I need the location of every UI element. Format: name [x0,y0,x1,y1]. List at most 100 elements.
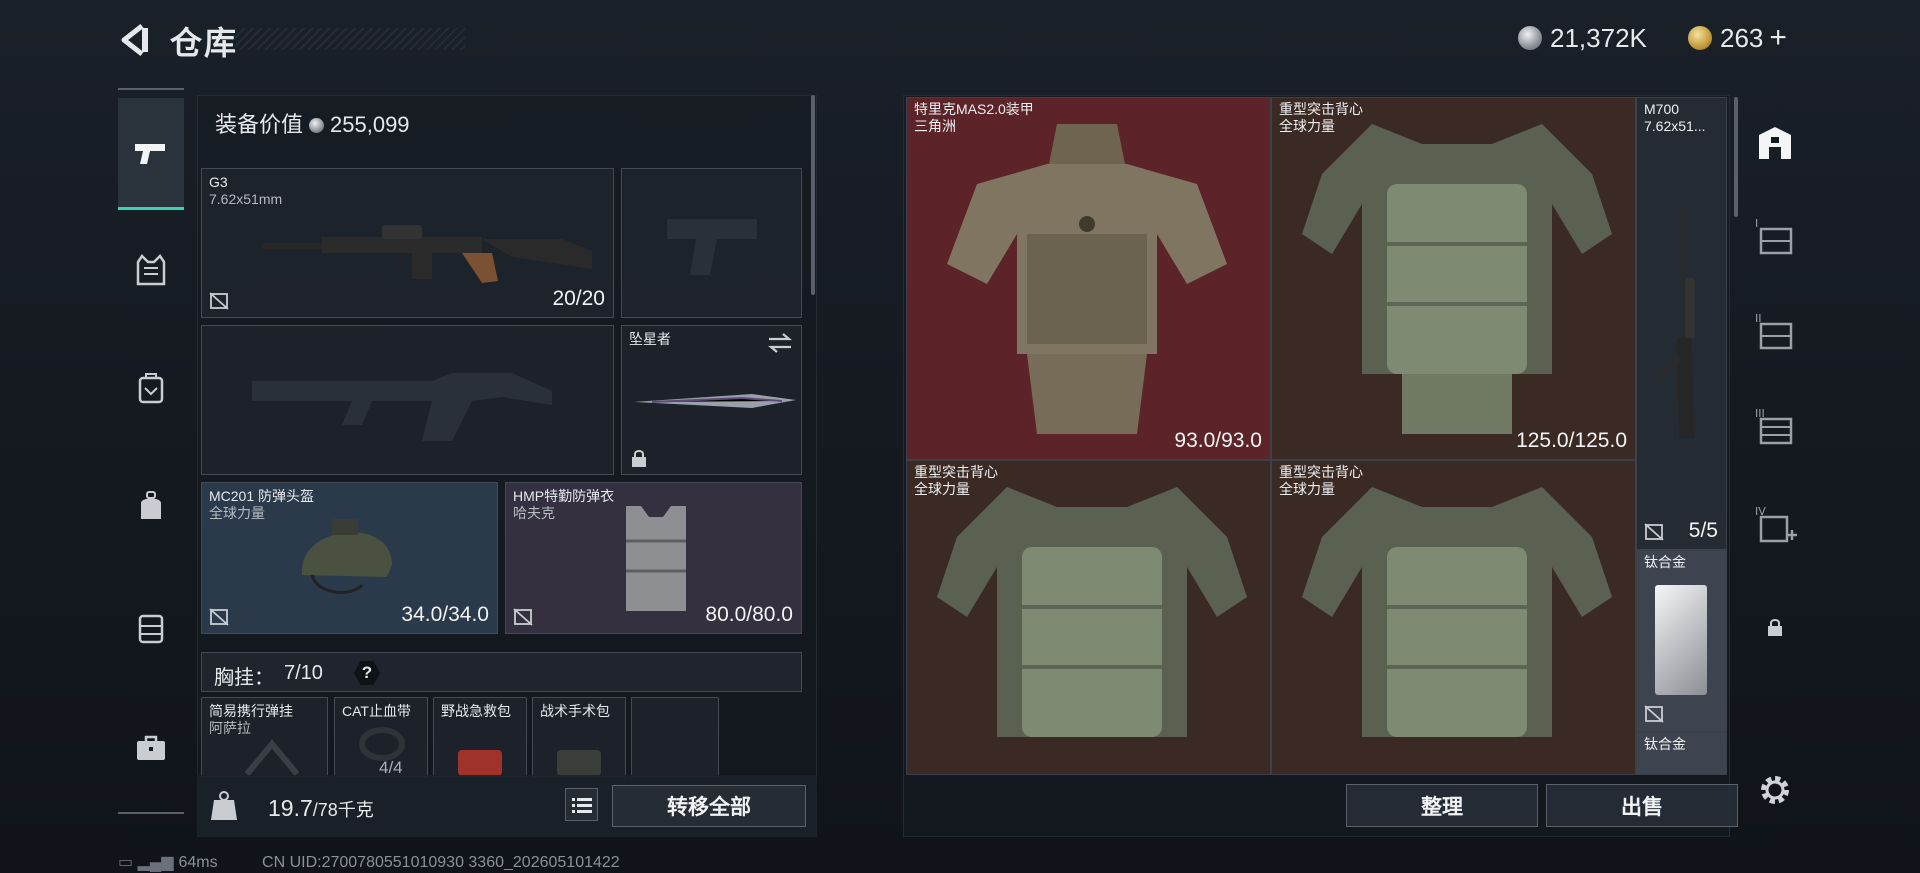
weapon-name: G3 [209,174,228,190]
assault-vest-image [1302,487,1612,737]
gold-currency[interactable]: 263 + [1688,20,1787,56]
no-insure-icon [209,608,229,626]
equip-value-amount: 255,099 [330,112,410,137]
chest-rig-icon [138,614,164,644]
storage-item-titanium-2[interactable]: 钛合金 [1636,732,1727,775]
sell-button[interactable]: 出售 [1546,784,1738,827]
weight-current: 19.7 [268,795,313,821]
primary-weapon-slot[interactable]: G3 7.62x51mm 20/20 [201,168,614,318]
tab-locked[interactable] [1740,595,1810,659]
organize-button[interactable]: 整理 [1346,784,1538,827]
armor-slot[interactable]: HMP特勤防弹衣 哈夫克 80.0/80.0 [505,482,802,634]
storage-add-icon: IV [1755,505,1797,543]
titanium-name: 钛合金 [1644,736,1686,752]
backpack-case-icon [138,373,164,404]
silver-amount: 21,372K [1550,22,1647,53]
rig-item-name: 野战急救包 [441,703,511,719]
nav-weapons[interactable] [118,98,184,210]
lock-icon [1768,619,1782,636]
no-insure-icon [513,608,533,626]
silver-coin-icon [1518,26,1542,50]
back-arrow-icon[interactable] [114,20,154,60]
rig-item-1[interactable]: 简易携行弹挂 阿萨拉 [201,697,328,777]
gear-icon [1761,776,1789,804]
gold-coin-icon [1688,26,1712,50]
storage-item-2[interactable]: 重型突击背心 全球力量 125.0/125.0 [1271,97,1636,460]
gold-amount: 263 [1720,22,1764,53]
first-aid-kit-image [458,750,502,776]
briefcase-icon [137,735,165,760]
silver-coin-icon [309,118,325,133]
weight-icon [211,791,237,820]
assault-vest-image [937,487,1247,737]
warehouse-icon [1759,127,1791,159]
storage-shelf-icon: III [1755,407,1793,445]
settings-button[interactable] [1740,758,1810,822]
page-title: 仓库 [170,25,239,61]
tab-storage-4[interactable]: IV [1740,493,1810,557]
sidearm-slot[interactable] [621,168,802,318]
rig-capacity: 7/10 [284,662,323,684]
loadout-scrollbar[interactable] [811,95,815,295]
signal-icon: ▭ ▂▄▆ [118,854,174,871]
lock-icon [632,450,646,467]
rig-help-icon[interactable]: ? [354,661,380,685]
silver-currency[interactable]: 21,372K [1518,20,1647,56]
storage-item-m700[interactable]: M700 7.62x51... 5/5 [1636,97,1727,550]
helmet-slot[interactable]: MC201 防弹头盔 全球力量 34.0/34.0 [201,482,498,634]
rig-item-empty[interactable] [631,697,719,777]
m700-count: 5/5 [1688,519,1718,542]
armor-name: HMP特勤防弹衣 [513,488,615,504]
chest-rig-header[interactable]: 胸挂： 7/10 ? [201,652,802,692]
list-view-button[interactable] [565,788,598,821]
tab-storage-2[interactable]: II [1740,300,1810,364]
tab-storage-1[interactable]: I [1740,205,1810,269]
transfer-all-button[interactable]: 转移全部 [612,785,806,827]
rig-item-3[interactable]: 野战急救包 [433,697,527,777]
titanium-name: 钛合金 [1644,554,1686,570]
storage-tabs-nav: I II III IV [1740,95,1810,835]
rig-item-name-block: 简易携行弹挂 阿萨拉 [209,703,293,737]
sling-image [244,739,300,776]
storage-item-titanium-1[interactable]: 钛合金 [1636,550,1727,732]
melee-slot[interactable]: 坠星者 [621,325,802,475]
add-currency-icon[interactable]: + [1769,23,1787,53]
weapon-durability: 20/20 [552,287,605,310]
rig-label: 胸挂： [214,667,274,689]
pistol-silhouette-icon [667,219,757,275]
secondary-weapon-slot[interactable] [201,325,614,475]
status-footer: ▭ ▂▄▆ 64ms CN UID:2700780551010930 3360_… [118,852,620,872]
rig-item-4[interactable]: 战术手术包 [532,697,626,777]
storage-scrollbar[interactable] [1734,97,1738,217]
no-insure-icon [209,292,229,310]
uid: CN UID:2700780551010930 3360_20260510142… [262,854,620,871]
backpack-icon [141,491,161,519]
nav-case[interactable] [118,358,184,418]
nav-chest-rig[interactable] [118,598,184,658]
storage-item-4[interactable]: 重型突击背心 全球力量 [1271,460,1636,775]
tab-numeral: I [1755,217,1758,230]
weight-max: /78千克 [312,800,374,820]
rifle-image [262,225,592,283]
equip-value: 装备价值 255,099 [215,107,410,139]
equip-value-label: 装备价值 [215,112,304,137]
nav-briefcase[interactable] [118,718,184,778]
m700-name: M700 [1644,101,1680,117]
storage-item-durability: 93.0/93.0 [1174,429,1262,452]
m700-caliber: 7.62x51... [1644,118,1706,134]
storage-item-3[interactable]: 重型突击背心 全球力量 [906,460,1271,775]
tab-storage-3[interactable]: III [1740,395,1810,459]
storage-shelf-icon: I [1755,217,1793,255]
nav-backpack[interactable] [118,475,184,535]
heavy-armor-image [947,124,1227,434]
swap-icon[interactable] [767,332,793,354]
ping: 64ms [178,854,218,871]
rig-item-2[interactable]: CAT止血带 4/4 [334,697,428,777]
nav-armor[interactable] [118,240,184,300]
storage-item-1[interactable]: 特里克MAS2.0装甲 三角洲 93.0/93.0 [906,97,1271,460]
rig-item-name: 战术手术包 [540,703,610,719]
no-insure-icon [1644,523,1664,541]
tab-warehouse-all[interactable] [1740,111,1810,175]
rig-item-name: CAT止血带 [342,703,411,719]
storage-item-durability: 125.0/125.0 [1516,429,1627,452]
